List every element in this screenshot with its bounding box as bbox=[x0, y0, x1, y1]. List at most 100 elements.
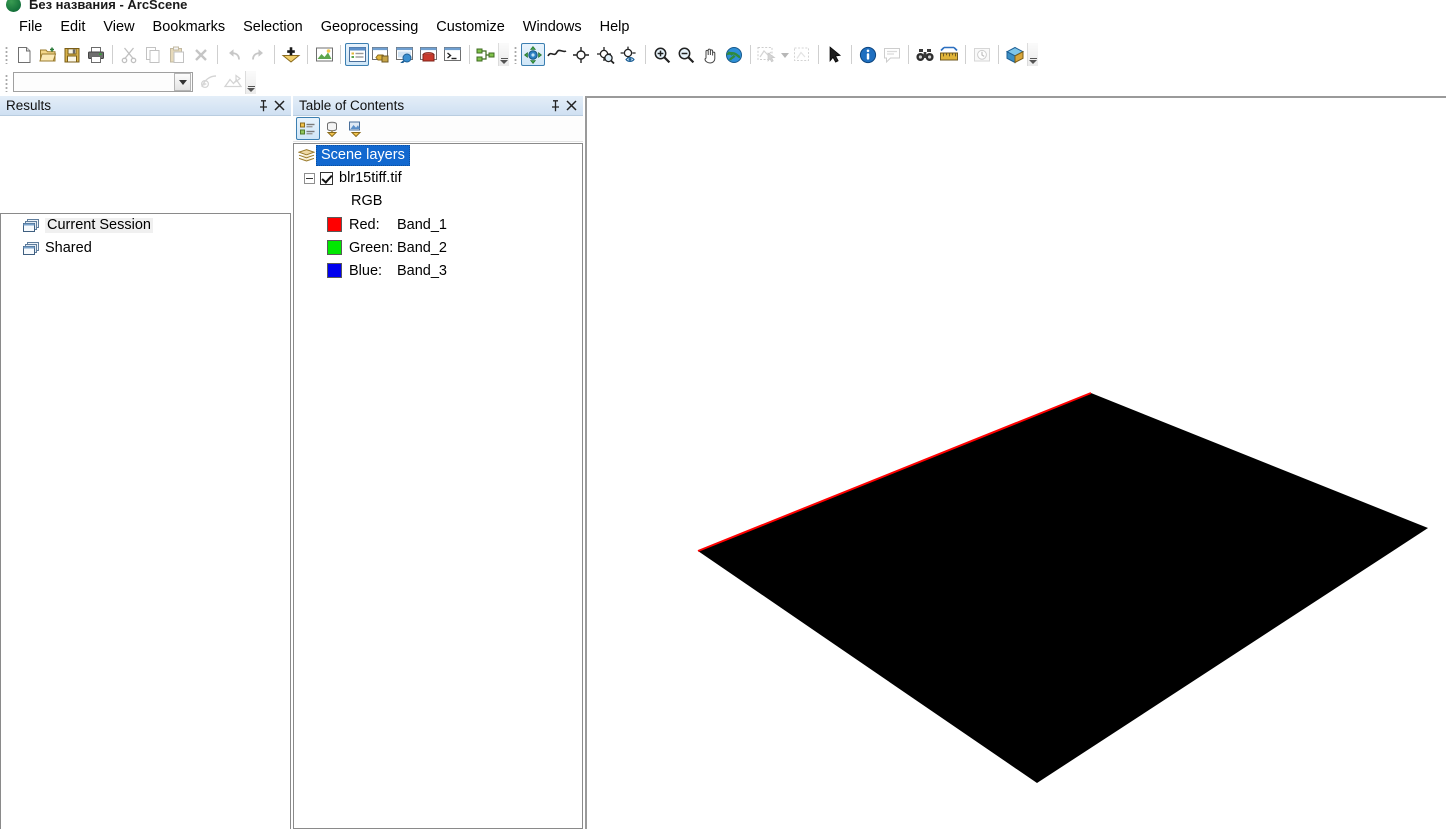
chevron-down-icon[interactable] bbox=[174, 73, 191, 91]
animation-manager-icon[interactable] bbox=[221, 71, 245, 94]
standard-toolbar bbox=[0, 41, 1446, 68]
menu-windows[interactable]: Windows bbox=[514, 16, 591, 38]
menu-edit[interactable]: Edit bbox=[51, 16, 94, 38]
undo-arrow-icon[interactable] bbox=[222, 43, 246, 66]
animation-controls-icon[interactable] bbox=[197, 71, 221, 94]
navigate-icon[interactable] bbox=[521, 43, 545, 66]
identify-info-icon[interactable] bbox=[856, 43, 880, 66]
table-of-contents-icon[interactable] bbox=[345, 43, 369, 66]
menu-selection[interactable]: Selection bbox=[234, 16, 312, 38]
green-band-color-swatch[interactable] bbox=[327, 240, 342, 255]
set-observer-icon[interactable] bbox=[617, 43, 641, 66]
pushpin-icon[interactable] bbox=[255, 98, 271, 114]
toolbar-separator bbox=[217, 45, 218, 64]
toc-layer-row[interactable]: blr15tiff.tif bbox=[294, 167, 582, 190]
toc-band-row-blue[interactable]: Blue: Band_3 bbox=[294, 259, 582, 282]
results-item-current-session[interactable]: Current Session bbox=[1, 214, 290, 237]
find-binoculars-icon[interactable] bbox=[913, 43, 937, 66]
tools-toolbar-overflow-button[interactable] bbox=[1027, 43, 1038, 66]
scene-layers-icon bbox=[296, 149, 316, 162]
green-band-value: Band_2 bbox=[397, 239, 447, 256]
add-data-icon[interactable] bbox=[279, 43, 303, 66]
toolbar-grip-icon[interactable] bbox=[3, 45, 10, 64]
red-band-color-swatch[interactable] bbox=[327, 217, 342, 232]
close-x-icon[interactable] bbox=[271, 98, 287, 114]
toc-root-label: Scene layers bbox=[316, 145, 410, 166]
new-document-icon[interactable] bbox=[12, 43, 36, 66]
list-by-drawing-order-icon[interactable] bbox=[296, 117, 320, 140]
zoom-to-target-icon[interactable] bbox=[593, 43, 617, 66]
green-band-label: Green: bbox=[349, 239, 394, 256]
select-features-dropdown-arrow-icon[interactable] bbox=[779, 43, 790, 66]
list-by-source-icon[interactable] bbox=[320, 117, 344, 140]
select-features-icon[interactable] bbox=[755, 43, 779, 66]
scene-view[interactable] bbox=[585, 96, 1446, 829]
toolbar-separator bbox=[274, 45, 275, 64]
window-title: Без названия - ArcScene bbox=[29, 0, 188, 12]
catalog-window-icon[interactable] bbox=[369, 43, 393, 66]
search-window-icon[interactable] bbox=[393, 43, 417, 66]
menu-geoprocessing[interactable]: Geoprocessing bbox=[312, 16, 428, 38]
toolbar-separator bbox=[818, 45, 819, 64]
pushpin-icon[interactable] bbox=[547, 98, 563, 114]
print-icon[interactable] bbox=[84, 43, 108, 66]
measure-ruler-icon[interactable] bbox=[937, 43, 961, 66]
zoom-out-icon[interactable] bbox=[674, 43, 698, 66]
full-extent-globe-icon[interactable] bbox=[722, 43, 746, 66]
cut-scissors-icon[interactable] bbox=[117, 43, 141, 66]
menu-file[interactable]: File bbox=[10, 16, 51, 38]
3d-effects-cube-icon[interactable] bbox=[1003, 43, 1027, 66]
menu-view[interactable]: View bbox=[94, 16, 143, 38]
toc-root-scene-layers[interactable]: Scene layers bbox=[294, 144, 582, 167]
menu-customize[interactable]: Customize bbox=[427, 16, 514, 38]
arcscene-window: Без названия - ArcScene File Edit View B… bbox=[0, 0, 1446, 829]
zoom-in-icon[interactable] bbox=[650, 43, 674, 66]
toc-layer-label: blr15tiff.tif bbox=[339, 170, 402, 187]
close-x-icon[interactable] bbox=[563, 98, 579, 114]
scene-canvas[interactable] bbox=[587, 98, 1446, 829]
select-elements-arrow-icon[interactable] bbox=[823, 43, 847, 66]
animation-track-combo[interactable] bbox=[13, 72, 193, 92]
toolbar-separator bbox=[645, 45, 646, 64]
toolbar-separator bbox=[307, 45, 308, 64]
center-target-icon[interactable] bbox=[569, 43, 593, 66]
collapse-expander-icon[interactable] bbox=[304, 173, 315, 184]
toc-band-row-green[interactable]: Green: Band_2 bbox=[294, 236, 582, 259]
toc-tree[interactable]: Scene layers blr15tiff.tif RGB Red: Band… bbox=[293, 143, 583, 829]
results-tree[interactable]: Current Session Shared bbox=[0, 213, 291, 829]
layer-visibility-checkbox[interactable] bbox=[320, 172, 333, 185]
results-item-label: Shared bbox=[45, 240, 92, 257]
results-item-label: Current Session bbox=[45, 217, 153, 234]
list-by-selection-icon[interactable] bbox=[344, 117, 368, 140]
scene-properties-icon[interactable] bbox=[312, 43, 336, 66]
animation-toolbar-overflow-button[interactable] bbox=[245, 70, 256, 94]
redo-arrow-icon[interactable] bbox=[246, 43, 270, 66]
results-panel: Results Current Session Shared bbox=[0, 96, 291, 829]
menu-bookmarks[interactable]: Bookmarks bbox=[144, 16, 235, 38]
toolbar-separator bbox=[908, 45, 909, 64]
toc-band-row-red[interactable]: Red: Band_1 bbox=[294, 213, 582, 236]
arctoolbox-icon[interactable] bbox=[417, 43, 441, 66]
clear-selection-icon[interactable] bbox=[790, 43, 814, 66]
results-item-shared[interactable]: Shared bbox=[1, 237, 290, 260]
pan-hand-icon[interactable] bbox=[698, 43, 722, 66]
save-disk-icon[interactable] bbox=[60, 43, 84, 66]
time-slider-icon[interactable] bbox=[970, 43, 994, 66]
toc-toolbar bbox=[293, 116, 583, 142]
fly-icon[interactable] bbox=[545, 43, 569, 66]
copy-icon[interactable] bbox=[141, 43, 165, 66]
delete-x-icon[interactable] bbox=[189, 43, 213, 66]
toolbar-grip-icon[interactable] bbox=[3, 72, 10, 92]
animation-track-input[interactable] bbox=[14, 73, 174, 91]
menu-help[interactable]: Help bbox=[591, 16, 639, 38]
blue-band-color-swatch[interactable] bbox=[327, 263, 342, 278]
standard-toolbar-overflow-button[interactable] bbox=[498, 43, 509, 66]
paste-icon[interactable] bbox=[165, 43, 189, 66]
python-window-icon[interactable] bbox=[441, 43, 465, 66]
arcscene-globe-icon bbox=[6, 0, 21, 12]
toolbar-grip-icon[interactable] bbox=[512, 45, 519, 64]
toc-symbology-header: RGB bbox=[351, 193, 383, 210]
hyperlink-icon[interactable] bbox=[880, 43, 904, 66]
model-builder-icon[interactable] bbox=[474, 43, 498, 66]
open-folder-icon[interactable] bbox=[36, 43, 60, 66]
